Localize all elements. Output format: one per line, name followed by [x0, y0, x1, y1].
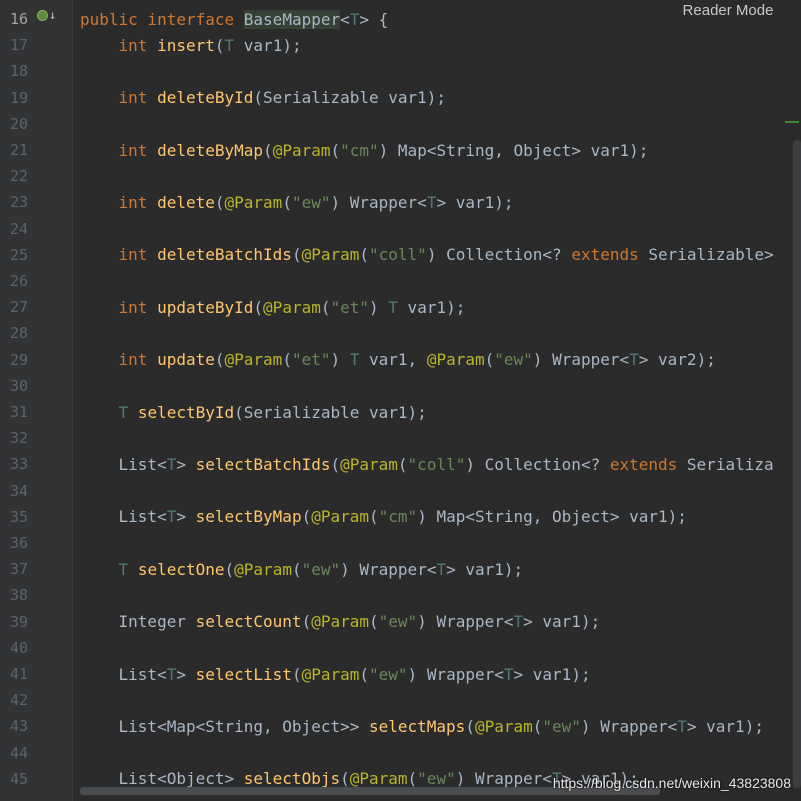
code-line[interactable]: 24: [10, 216, 801, 242]
line-number: 44: [10, 743, 29, 762]
line-number: 35: [10, 507, 29, 526]
code-text: int update(@Param("et") T var1, @Param("…: [118, 350, 716, 370]
implemented-icon[interactable]: [37, 9, 48, 21]
code-text: public interface BaseMapper<T> {: [80, 9, 389, 29]
line-number: 31: [10, 403, 29, 421]
code-line[interactable]: 34: [10, 478, 801, 504]
line-number: 29: [10, 350, 29, 369]
line-number: 16: [10, 10, 29, 28]
code-line[interactable]: 42: [10, 687, 801, 713]
code-text: int updateById(@Param("et") T var1);: [118, 297, 466, 317]
line-number: 23: [10, 193, 29, 212]
line-number: 18: [10, 62, 29, 81]
line-number: 33: [10, 455, 29, 474]
code-text: T selectById(Serializable var1);: [118, 402, 427, 422]
code-line[interactable]: 26: [10, 268, 801, 294]
code-editor[interactable]: 16 public interface BaseMapper<T> { 17 int…: [10, 0, 801, 801]
line-number: 43: [10, 717, 29, 736]
code-line[interactable]: 19 int deleteById(Serializable var1);: [10, 85, 801, 111]
line-number: 30: [10, 376, 29, 395]
code-line[interactable]: 22: [10, 163, 801, 189]
code-line[interactable]: 37 T selectOne(@Param("ew") Wrapper<T> v…: [10, 556, 801, 582]
line-number: 19: [10, 88, 29, 107]
code-line[interactable]: 25 int deleteBatchIds(@Param("coll") Col…: [10, 242, 801, 268]
down-arrow-icon[interactable]: ↓: [49, 9, 56, 21]
change-marker: [785, 121, 799, 123]
line-number: 38: [10, 586, 29, 605]
line-number: 25: [10, 245, 29, 264]
code-line[interactable]: 29 int update(@Param("et") T var1, @Para…: [10, 347, 801, 373]
line-number: 27: [10, 298, 29, 317]
line-number: 34: [10, 481, 29, 500]
line-number: 28: [10, 324, 29, 343]
code-text: int insert(T var1);: [118, 35, 302, 55]
code-line[interactable]: 31 T selectById(Serializable var1);: [10, 399, 801, 425]
code-line[interactable]: 35 List<T> selectByMap(@Param("cm") Map<…: [10, 504, 801, 530]
reader-mode-button[interactable]: Reader Mode: [655, 0, 801, 21]
code-text: List<Map<String, Object>> selectMaps(@Pa…: [80, 716, 764, 736]
line-number: 40: [10, 638, 29, 657]
line-number: 32: [10, 429, 29, 448]
code-line[interactable]: 18: [10, 58, 801, 84]
gutter-icons[interactable]: ↓: [37, 9, 56, 21]
code-line[interactable]: 28: [10, 320, 801, 346]
line-number: 45: [10, 769, 29, 788]
code-text: int deleteByMap(@Param("cm") Map<String,…: [118, 140, 649, 160]
code-line[interactable]: 36: [10, 530, 801, 556]
code-line[interactable]: 41 List<T> selectList(@Param("ew") Wrapp…: [10, 661, 801, 687]
line-number: 36: [10, 534, 29, 552]
code-text: int delete(@Param("ew") Wrapper<T> var1)…: [118, 192, 514, 212]
code-line[interactable]: 43 List<Map<String, Object>> selectMaps(…: [10, 713, 801, 739]
code-line[interactable]: 38: [10, 582, 801, 608]
line-number: 24: [10, 219, 29, 238]
code-text: List<T> selectBatchIds(@Param("coll") Co…: [80, 454, 774, 474]
line-number: 42: [10, 691, 29, 710]
code-text: int deleteBatchIds(@Param("coll") Collec…: [118, 245, 774, 265]
code-line[interactable]: 30: [10, 373, 801, 399]
line-number: 26: [10, 272, 29, 290]
code-text: T selectOne(@Param("ew") Wrapper<T> var1…: [118, 559, 524, 579]
code-line[interactable]: 33 List<T> selectBatchIds(@Param("coll")…: [10, 451, 801, 477]
code-text: List<T> selectList(@Param("ew") Wrapper<…: [80, 664, 591, 684]
code-line[interactable]: 20: [10, 111, 801, 137]
code-text: List<T> selectByMap(@Param("cm") Map<Str…: [80, 507, 687, 527]
code-line[interactable]: 40: [10, 635, 801, 661]
line-number: 20: [10, 114, 29, 133]
code-line[interactable]: 21 int deleteByMap(@Param("cm") Map<Stri…: [10, 137, 801, 163]
code-line[interactable]: 23 int delete(@Param("ew") Wrapper<T> va…: [10, 189, 801, 215]
line-number: 21: [10, 141, 29, 159]
code-line[interactable]: 44: [10, 740, 801, 766]
code-text: Integer selectCount(@Param("ew") Wrapper…: [80, 612, 601, 632]
code-line[interactable]: 32: [10, 425, 801, 451]
code-line[interactable]: 17 int insert(T var1);: [10, 32, 801, 58]
line-number: 22: [10, 167, 29, 186]
vertical-scrollbar[interactable]: [793, 140, 801, 788]
watermark-text: https://blog.csdn.net/weixin_43823808: [552, 775, 791, 791]
code-line[interactable]: 27 int updateById(@Param("et") T var1);: [10, 294, 801, 320]
code-line[interactable]: 39 Integer selectCount(@Param("ew") Wrap…: [10, 609, 801, 635]
line-number: 41: [10, 665, 29, 683]
line-number: 37: [10, 560, 29, 579]
code-text: int deleteById(Serializable var1);: [118, 88, 447, 108]
line-number: 17: [10, 36, 29, 55]
line-number: 39: [10, 612, 29, 631]
